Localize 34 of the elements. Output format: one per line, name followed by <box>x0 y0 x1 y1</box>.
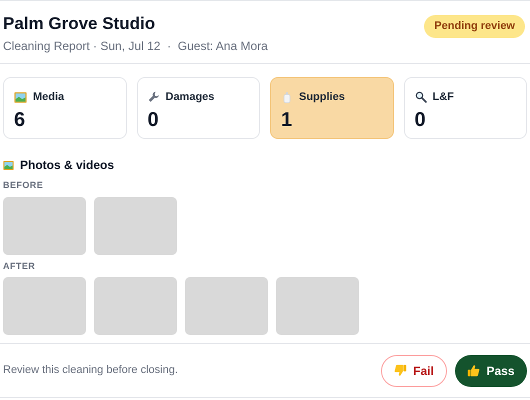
stat-card[interactable]: Damages 0 <box>136 77 260 139</box>
media-placeholder[interactable] <box>185 277 268 335</box>
stat-value: 0 <box>148 108 160 132</box>
thumbs-up-icon <box>467 364 480 377</box>
stat-label: L&F <box>432 90 454 105</box>
thumbs-down-icon <box>394 364 408 377</box>
stat-value: 0 <box>414 108 427 132</box>
picture-frame-icon <box>3 160 14 170</box>
footer-note: Review this cleaning before closing. <box>3 363 178 378</box>
media-placeholder[interactable] <box>3 277 86 335</box>
stat-card[interactable]: L&F 0 <box>404 77 527 139</box>
media-placeholder[interactable] <box>3 196 86 254</box>
status-badge: Pending review <box>424 15 525 38</box>
group-label: BEFORE <box>3 179 44 192</box>
stat-label: Damages <box>166 90 214 105</box>
stat-value: 6 <box>14 108 26 132</box>
group-label: AFTER <box>3 260 36 272</box>
stat-label: Supplies <box>299 90 345 105</box>
stat-label: Media <box>33 90 64 105</box>
fail-button[interactable]: Fail <box>381 354 447 386</box>
section-title: Photos & videos <box>20 157 114 174</box>
wrench-icon <box>148 91 160 104</box>
media-placeholder[interactable] <box>94 196 177 254</box>
report-title: Palm Grove Studio <box>3 13 156 35</box>
picture-frame-icon <box>14 90 27 104</box>
media-placeholder[interactable] <box>94 277 177 335</box>
magnifier-icon <box>414 91 426 104</box>
stat-card[interactable]: Supplies 1 <box>270 77 394 139</box>
media-placeholder[interactable] <box>276 277 359 335</box>
pass-button[interactable]: Pass <box>455 354 527 386</box>
bottle-icon <box>281 90 293 104</box>
stat-card[interactable]: Media 6 <box>3 77 126 139</box>
report-subtitle: Cleaning Report · Sun, Jul 12 · Guest: Ana Mora <box>3 38 268 55</box>
stat-value: 1 <box>281 108 294 132</box>
